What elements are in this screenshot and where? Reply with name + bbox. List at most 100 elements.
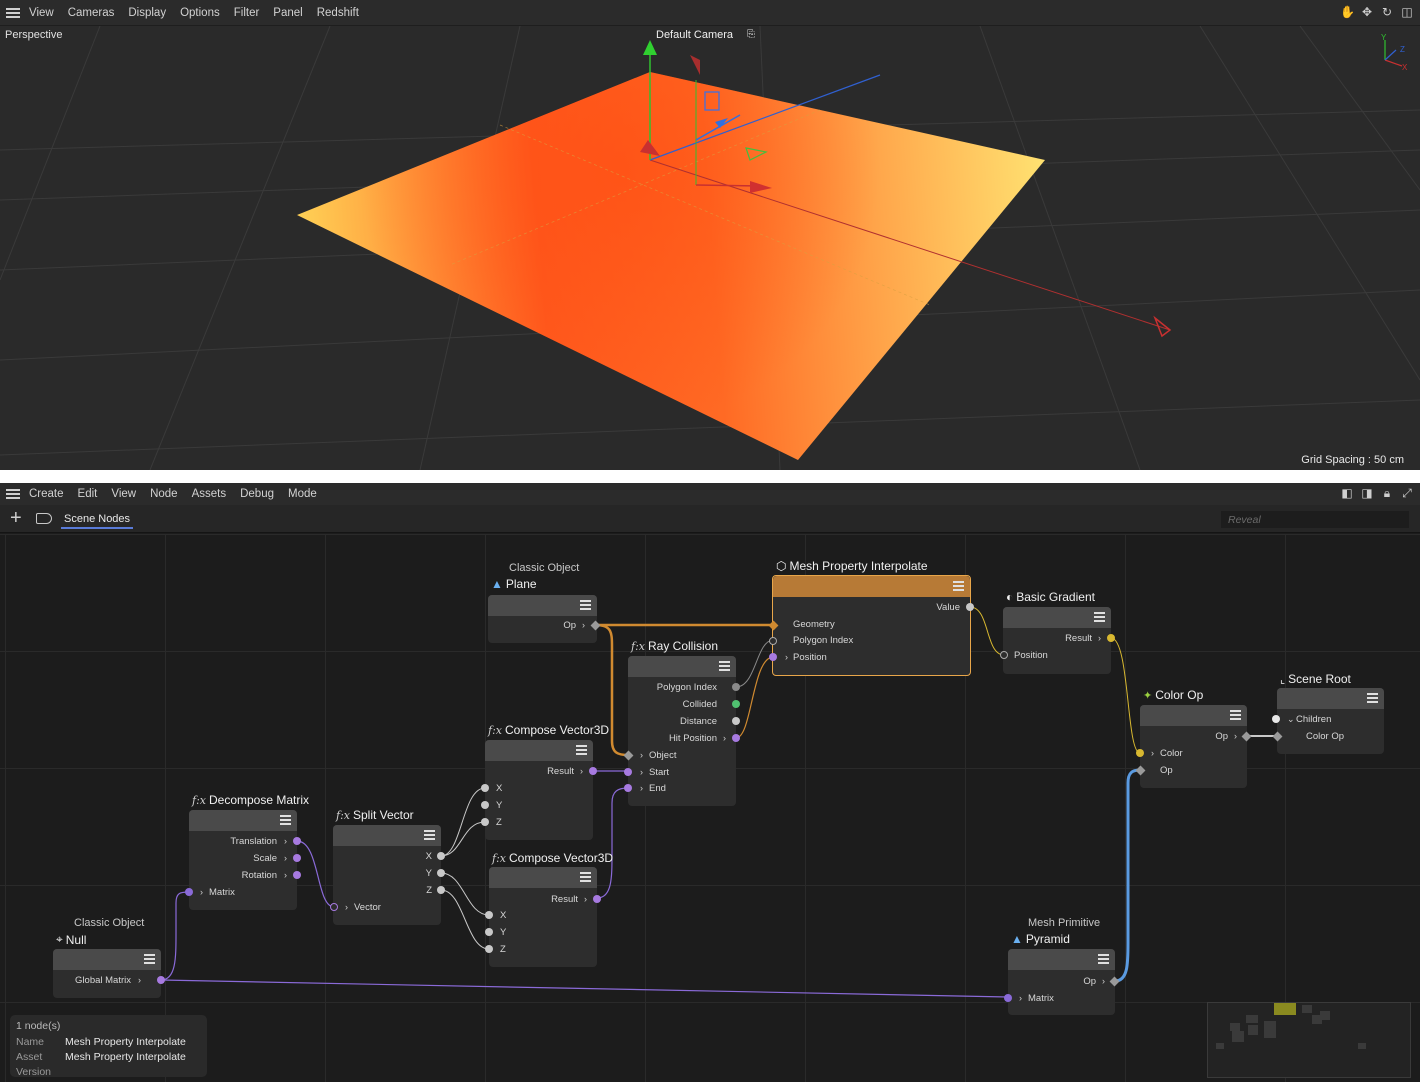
node-null[interactable] — [53, 949, 161, 998]
camera-label[interactable]: Default Camera — [656, 29, 733, 41]
node-menu-icon[interactable] — [580, 600, 591, 610]
expand-icon[interactable]: ⤢ — [1400, 486, 1414, 500]
viewport-canvas[interactable]: Y Z X — [0, 26, 1420, 470]
port-result-socket[interactable] — [589, 767, 597, 775]
menu-options[interactable]: Options — [180, 7, 220, 19]
menu-debug[interactable]: Debug — [240, 488, 274, 500]
menu-panel[interactable]: Panel — [273, 7, 302, 19]
reveal-search-input[interactable] — [1221, 511, 1409, 528]
port-polygon-index-socket[interactable] — [769, 637, 777, 645]
node-editor-menu-icon[interactable] — [6, 489, 20, 499]
node-menu-icon[interactable] — [1230, 710, 1241, 720]
node-menu-icon[interactable] — [424, 830, 435, 840]
viewport-menu-icon[interactable] — [6, 7, 20, 18]
node-menu-icon[interactable] — [580, 872, 591, 882]
port-x-socket[interactable] — [437, 852, 445, 860]
port-x: X — [496, 783, 503, 794]
chevron-down-icon[interactable]: ⌄ — [1287, 714, 1295, 725]
move-icon[interactable]: ✥ — [1360, 5, 1374, 19]
node-ray-collision[interactable] — [628, 656, 736, 806]
rotate-icon[interactable]: ↻ — [1380, 5, 1394, 19]
menu-redshift[interactable]: Redshift — [317, 7, 359, 19]
compose-vector-1-title[interactable]: f:x Compose Vector3D — [488, 723, 609, 737]
port-collided-socket[interactable] — [732, 700, 740, 708]
port-matrix-socket[interactable] — [185, 888, 193, 896]
port-x-socket[interactable] — [485, 911, 493, 919]
node-menu-icon[interactable] — [953, 581, 964, 591]
port-z-socket[interactable] — [485, 945, 493, 953]
port-scale-socket[interactable] — [293, 854, 301, 862]
menu-view[interactable]: View — [111, 488, 136, 500]
view-mode-label[interactable]: Perspective — [5, 29, 62, 41]
port-position-socket[interactable] — [769, 653, 777, 661]
node-menu-icon[interactable] — [144, 954, 155, 964]
port-y-socket[interactable] — [481, 801, 489, 809]
compose-vector-2-title[interactable]: f:x Compose Vector3D — [492, 851, 613, 865]
port-position-socket[interactable] — [1000, 651, 1008, 659]
menu-node[interactable]: Node — [150, 488, 178, 500]
graph-minimap[interactable] — [1207, 1002, 1411, 1078]
menu-view[interactable]: View — [29, 7, 54, 19]
lock-icon[interactable]: 🔒︎ — [1380, 486, 1394, 500]
menu-edit[interactable]: Edit — [78, 488, 98, 500]
port-value-socket[interactable] — [966, 603, 974, 611]
mesh-prop-title[interactable]: ⬡ Mesh Property Interpolate — [776, 559, 928, 573]
port-hit-position-socket[interactable] — [732, 734, 740, 742]
port-color-socket[interactable] — [1136, 749, 1144, 757]
port-distance-socket[interactable] — [732, 717, 740, 725]
node-menu-icon[interactable] — [576, 745, 587, 755]
pyramid-title[interactable]: ▲ Pyramid — [1011, 932, 1070, 946]
tab-scene-nodes[interactable]: Scene Nodes — [61, 513, 134, 529]
port-y-socket[interactable] — [485, 928, 493, 936]
port-children-socket[interactable] — [1272, 715, 1280, 723]
chevron-right-icon: › — [284, 853, 287, 863]
port-x-socket[interactable] — [481, 784, 489, 792]
port-result-socket[interactable] — [1107, 634, 1115, 642]
node-menu-icon[interactable] — [280, 815, 291, 825]
port-rotation: Rotation — [241, 870, 277, 881]
camera-icon[interactable]: ⎘ — [747, 29, 755, 40]
node-menu-icon[interactable] — [719, 661, 730, 671]
scene-root-title[interactable]: ⌞ Scene Root — [1280, 672, 1351, 686]
node-color-op[interactable] — [1140, 705, 1247, 788]
node-menu-icon[interactable] — [1098, 954, 1109, 964]
basic-gradient-title[interactable]: ◐ Basic Gradient — [1006, 590, 1095, 604]
menu-filter[interactable]: Filter — [234, 7, 260, 19]
node-menu-icon[interactable] — [1367, 693, 1378, 703]
add-icon[interactable]: + — [10, 507, 22, 529]
port-polygon-index-socket[interactable] — [732, 683, 740, 691]
menu-mode[interactable]: Mode — [288, 488, 317, 500]
port-global-matrix-socket[interactable] — [157, 976, 165, 984]
maximize-icon[interactable]: ◫ — [1400, 5, 1414, 19]
menu-assets[interactable]: Assets — [192, 488, 227, 500]
menu-create[interactable]: Create — [29, 488, 64, 500]
menu-cameras[interactable]: Cameras — [68, 7, 115, 19]
port-start-socket[interactable] — [624, 768, 632, 776]
plane-title[interactable]: ▲ Plane — [491, 577, 537, 591]
color-op-title[interactable]: ✦ Color Op — [1143, 688, 1203, 702]
node-plane[interactable] — [488, 595, 597, 643]
hand-icon[interactable]: ✋ — [1340, 5, 1355, 19]
port-vector-socket[interactable] — [330, 903, 338, 911]
menu-display[interactable]: Display — [128, 7, 166, 19]
port-z-socket[interactable] — [437, 886, 445, 894]
node-graph-canvas[interactable] — [0, 534, 1420, 1082]
selection-info-panel: 1 node(s) Name Mesh Property Interpolate … — [10, 1015, 207, 1078]
split-vector-title[interactable]: f:x Split Vector — [336, 808, 414, 822]
panel-left-icon[interactable]: ◧ — [1340, 486, 1354, 500]
decompose-matrix-title[interactable]: f:x Decompose Matrix — [192, 793, 309, 807]
node-menu-icon[interactable] — [1094, 612, 1105, 622]
tag-icon[interactable] — [36, 513, 52, 524]
port-end-socket[interactable] — [624, 784, 632, 792]
axis-z-label: Z — [1400, 45, 1405, 54]
port-y-socket[interactable] — [437, 869, 445, 877]
panel-right-icon[interactable]: ◨ — [1360, 486, 1374, 500]
null-title[interactable]: ⌖ Null — [56, 932, 86, 947]
viewport-panel[interactable]: View Cameras Display Options Filter Pane… — [0, 0, 1420, 470]
port-z-socket[interactable] — [481, 818, 489, 826]
port-rotation-socket[interactable] — [293, 871, 301, 879]
port-result-socket[interactable] — [593, 895, 601, 903]
port-translation-socket[interactable] — [293, 837, 301, 845]
port-matrix-socket[interactable] — [1004, 994, 1012, 1002]
ray-collision-title[interactable]: f:x Ray Collision — [631, 639, 718, 653]
